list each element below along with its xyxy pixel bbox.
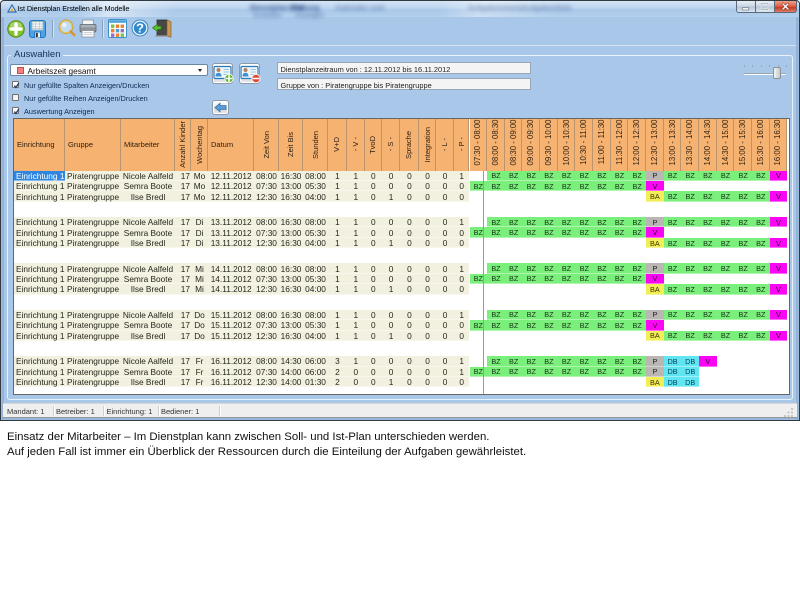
svg-text:?: ? xyxy=(136,21,144,36)
